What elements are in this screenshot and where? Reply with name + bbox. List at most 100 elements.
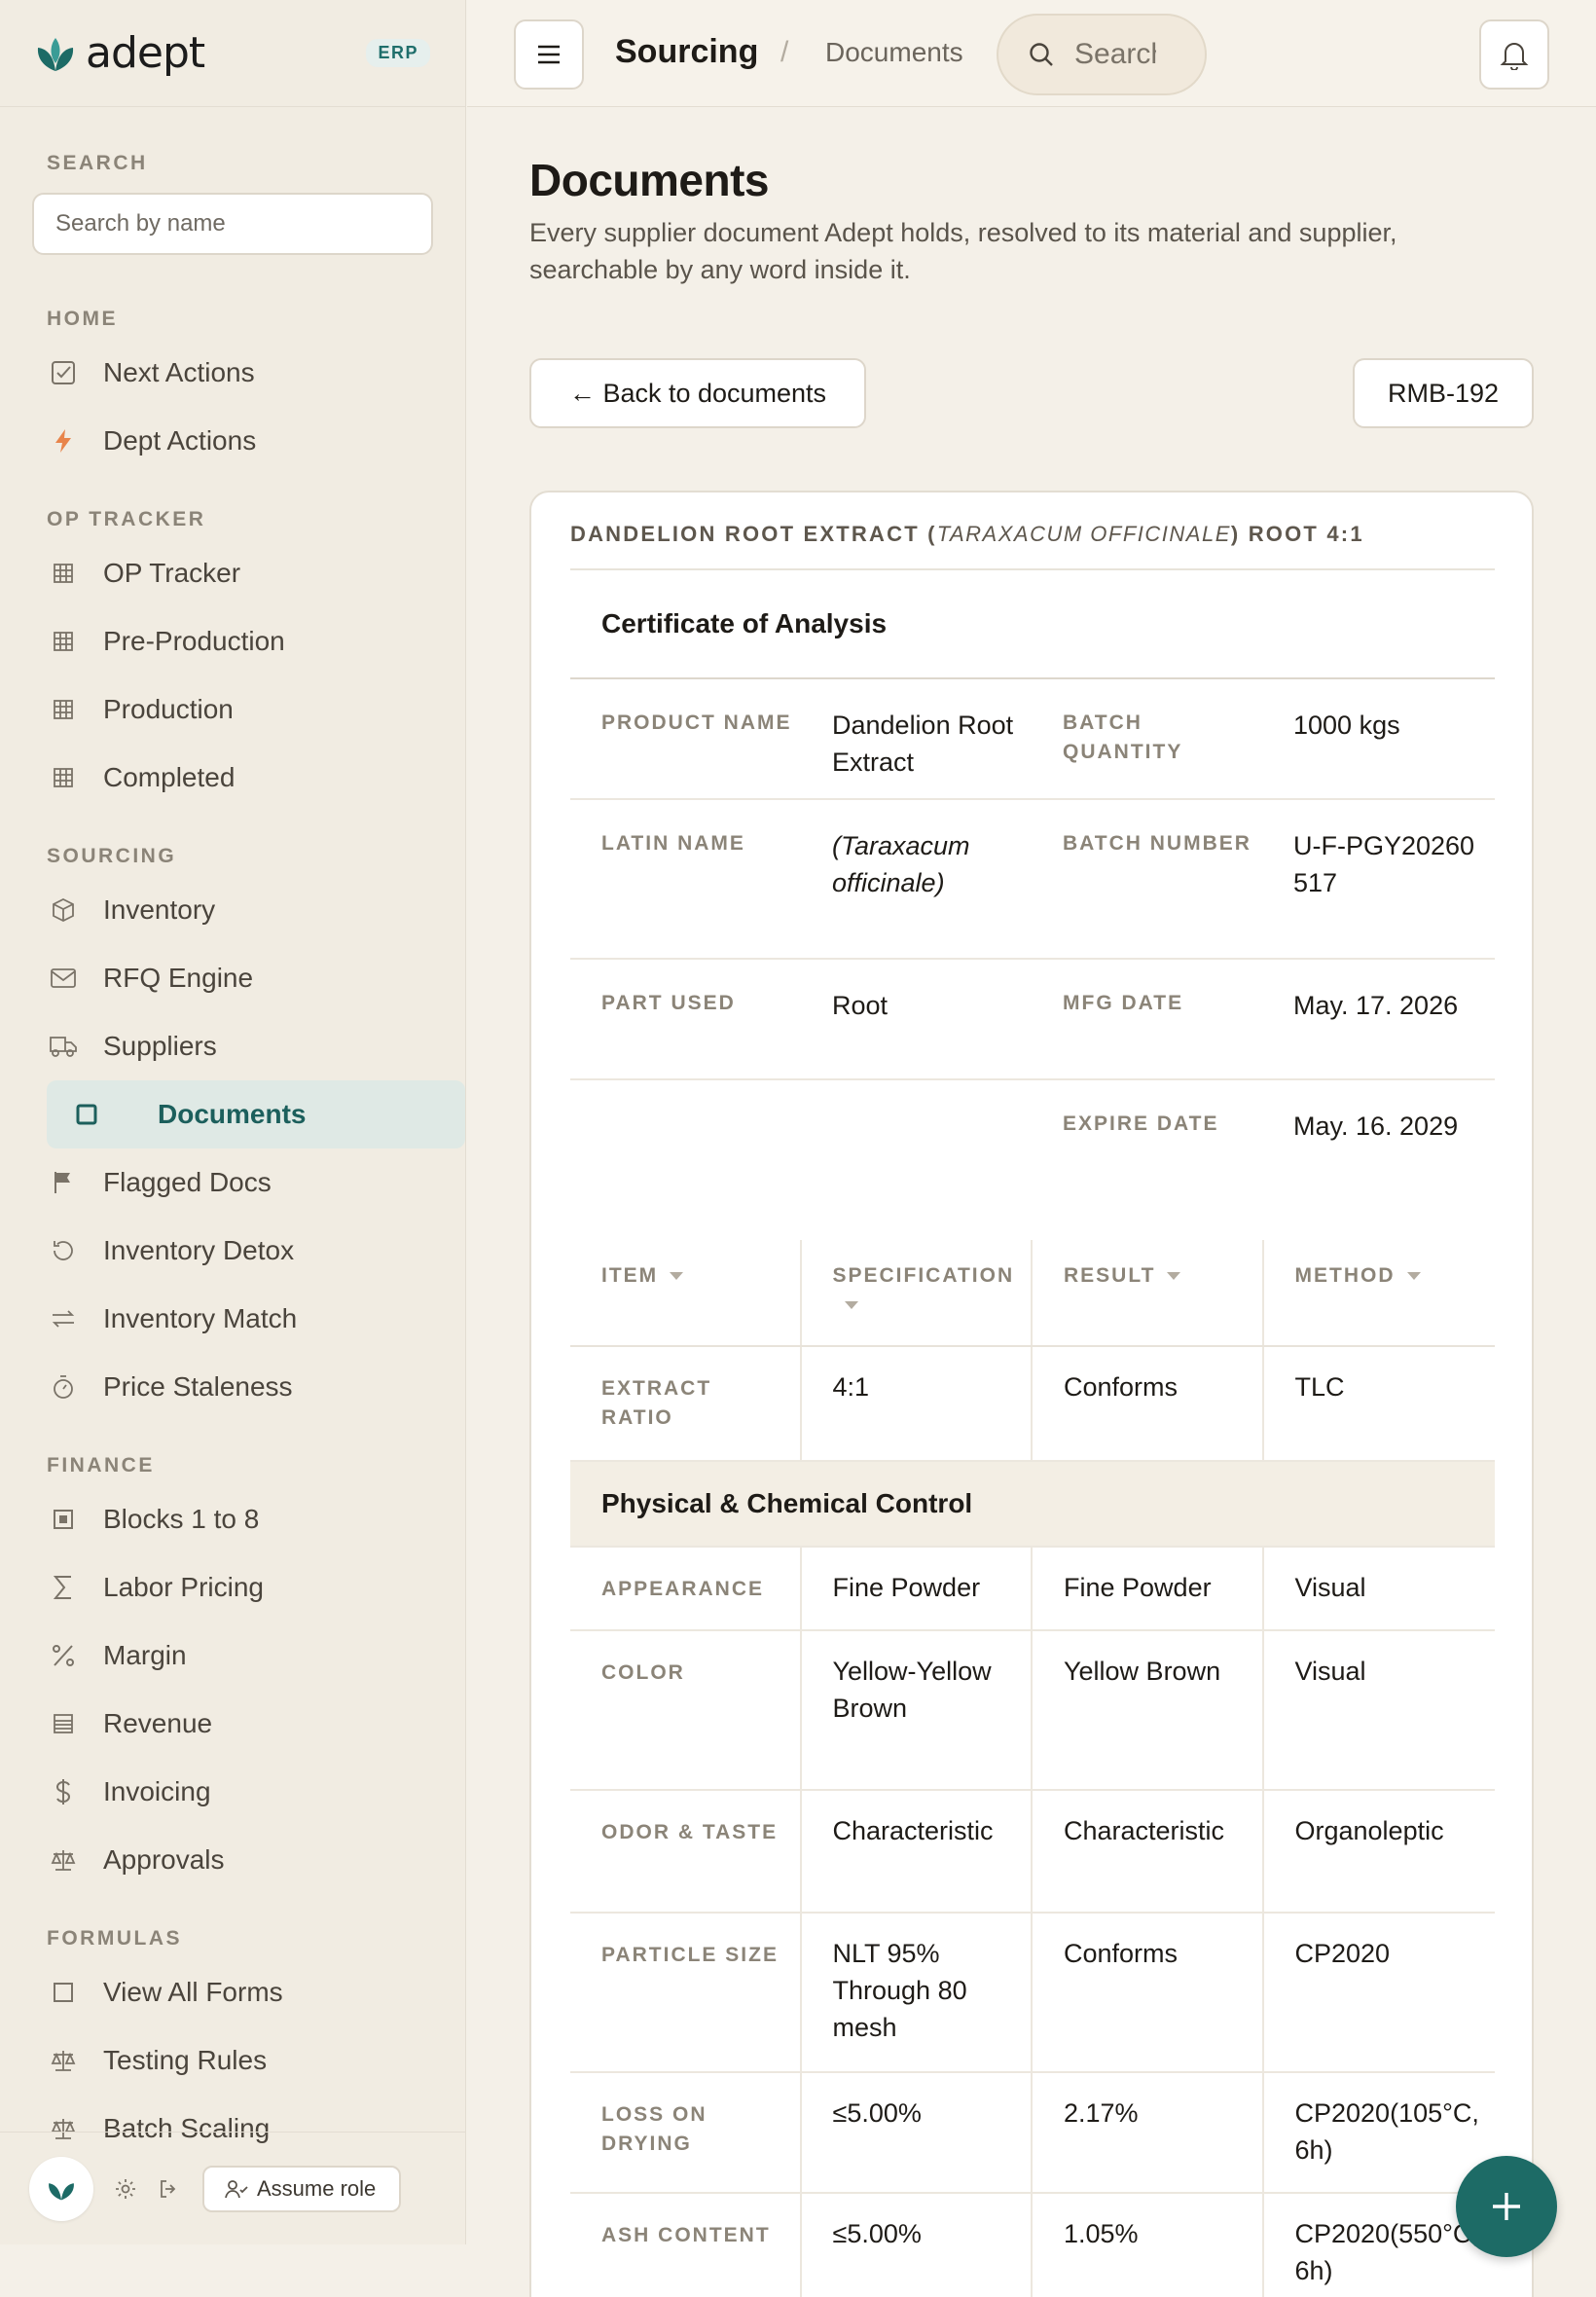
sidebar-item-rfq-engine[interactable]: RFQ Engine — [0, 944, 419, 1012]
sidebar-item-inventory-match[interactable]: Inventory Match — [0, 1285, 419, 1353]
sort-caret-icon[interactable] — [670, 1272, 684, 1281]
column-header-label: SPECIFICATION — [832, 1264, 1015, 1287]
sidebar-item-price-staleness[interactable]: Price Staleness — [0, 1353, 419, 1421]
sidebar-item-label: Blocks 1 to 8 — [103, 1504, 260, 1534]
search-label: SEARCH — [47, 152, 148, 174]
column-header-label: METHOD — [1294, 1264, 1396, 1287]
table-row: EXTRACT RATIO 4:1 Conforms TLC — [570, 1347, 1495, 1462]
sidebar-item-label: Revenue — [103, 1708, 213, 1738]
logout-icon[interactable] — [154, 2174, 183, 2204]
cell-result: Conforms — [1033, 1914, 1264, 2071]
cell-item: LOSS ON DRYING — [570, 2073, 802, 2192]
box-icon — [49, 895, 78, 925]
coa-field-row: EXPIRE DATE May. 16. 2029 — [570, 1080, 1495, 1201]
sidebar-item-margin[interactable]: Margin — [0, 1622, 419, 1690]
truck-icon — [49, 1032, 78, 1061]
grid-icon — [49, 695, 78, 724]
sort-caret-icon[interactable] — [844, 1301, 858, 1310]
table-row: APPEARANCE Fine Powder Fine Powder Visual — [570, 1548, 1495, 1631]
cell-result: Conforms — [1033, 1347, 1264, 1460]
field-value: May. 17. 2026 — [1293, 991, 1459, 1020]
sidebar-item-production[interactable]: Production — [0, 675, 419, 744]
nav-section-finance: FINANCE — [47, 1454, 155, 1477]
cell-result: Characteristic — [1033, 1791, 1264, 1912]
sort-caret-icon[interactable] — [1406, 1272, 1421, 1281]
sidebar-item-invoicing[interactable]: Invoicing — [0, 1758, 419, 1826]
cell-item: PARTICLE SIZE — [570, 1914, 802, 2071]
group-header-physical-chemical: Physical & Chemical Control — [570, 1462, 1495, 1548]
nav-section-op-tracker: OP TRACKER — [47, 508, 206, 530]
field-label: MFG DATE — [1063, 992, 1184, 1014]
document-id-badge[interactable]: RMB-192 — [1353, 358, 1534, 428]
sidebar-item-documents[interactable]: Documents — [47, 1080, 465, 1148]
sidebar-item-next-actions[interactable]: Next Actions — [0, 339, 419, 407]
plus-icon — [1493, 2193, 1520, 2220]
table-row: PARTICLE SIZE NLT 95% Through 80 mesh Conf… — [570, 1914, 1495, 2073]
cell-item: COLOR — [570, 1631, 802, 1789]
sidebar-item-pre-production[interactable]: Pre-Production — [0, 607, 419, 675]
sidebar-item-approvals[interactable]: Approvals — [0, 1826, 419, 1894]
add-fab-button[interactable] — [1456, 2156, 1557, 2257]
table-row: LOSS ON DRYING ≤5.00% 2.17% CP2020(105°C, 6… — [570, 2073, 1495, 2194]
sidebar-item-label: RFQ Engine — [103, 963, 254, 993]
sidebar-nav: HOME Next Actions Dept Actions OP TRACKER OP… — [0, 292, 466, 2180]
column-header-method[interactable]: METHOD — [1264, 1240, 1496, 1345]
sidebar-item-revenue[interactable]: Revenue — [0, 1690, 419, 1758]
refresh-icon — [49, 1236, 78, 1265]
sidebar-item-testing-rules[interactable]: Testing Rules — [0, 2026, 419, 2095]
table-row: ODOR & TASTE Characteristic Characteristic… — [570, 1791, 1495, 1914]
field-value: May. 16. 2029 — [1293, 1112, 1459, 1141]
cell-method: Visual — [1294, 1657, 1366, 1686]
column-header-result[interactable]: RESULT — [1033, 1240, 1264, 1345]
column-header-label: RESULT — [1064, 1264, 1156, 1287]
sidebar-item-blocks-1-to-8[interactable]: Blocks 1 to 8 — [0, 1485, 419, 1553]
column-header-label: ITEM — [601, 1264, 659, 1287]
sort-caret-icon[interactable] — [1167, 1272, 1181, 1281]
column-header-specification[interactable]: SPECIFICATION — [802, 1240, 1033, 1345]
sidebar-item-labor-pricing[interactable]: Labor Pricing — [0, 1553, 419, 1622]
settings-gear-icon[interactable] — [111, 2174, 140, 2204]
sidebar-item-completed[interactable]: Completed — [0, 744, 419, 812]
assume-role-button[interactable]: Assume role — [202, 2165, 402, 2212]
menu-button[interactable] — [514, 19, 584, 90]
column-header-item[interactable]: ITEM — [570, 1240, 802, 1345]
sidebar-item-label: Next Actions — [103, 357, 255, 387]
material-suffix: ) ROOT 4:1 — [1230, 522, 1364, 546]
sidebar-item-view-all-forms[interactable]: View All Forms — [0, 1958, 419, 2026]
bolt-icon — [49, 426, 78, 456]
cell-item: APPEARANCE — [570, 1548, 802, 1629]
sidebar-item-label: Margin — [103, 1640, 187, 1670]
sidebar-item-inventory[interactable]: Inventory — [0, 876, 419, 944]
material-name: DANDELION ROOT EXTRACT ( — [570, 522, 937, 546]
document-card: DANDELION ROOT EXTRACT (Taraxacum offici… — [529, 491, 1534, 2297]
sidebar-item-suppliers[interactable]: Suppliers — [0, 1012, 419, 1080]
coa-field-row: PRODUCT NAME Dandelion Root Extract BATCH … — [570, 679, 1495, 800]
scales-icon — [49, 1845, 78, 1875]
logo-text: adept — [86, 28, 205, 78]
sidebar-search-input[interactable] — [32, 193, 433, 255]
material-heading: DANDELION ROOT EXTRACT (Taraxacum offici… — [570, 522, 1364, 547]
sidebar-item-flagged-docs[interactable]: Flagged Docs — [0, 1148, 419, 1217]
sidebar-item-label: Invoicing — [103, 1776, 211, 1806]
coa-body: Certificate of Analysis PRODUCT NAME Dand… — [570, 568, 1495, 2297]
sidebar-item-dept-actions[interactable]: Dept Actions — [0, 407, 419, 475]
avatar[interactable] — [29, 2156, 93, 2221]
cell-item: EXTRACT RATIO — [570, 1347, 802, 1460]
sidebar-item-inventory-detox[interactable]: Inventory Detox — [0, 1217, 419, 1285]
top-search-input[interactable]: Search — [997, 14, 1207, 95]
check-square-icon — [49, 358, 78, 387]
field-label: LATIN NAME — [601, 832, 745, 855]
cell-method: TLC — [1294, 1372, 1345, 1402]
sidebar-item-label: Production — [103, 694, 234, 724]
coa-field-row: LATIN NAME (Taraxacum officinale) BATCH NU… — [570, 800, 1495, 960]
back-to-documents-button[interactable]: ← Back to documents — [529, 358, 866, 428]
sidebar-item-op-tracker[interactable]: OP Tracker — [0, 539, 419, 607]
breadcrumb-section[interactable]: Sourcing — [615, 33, 758, 71]
topbar: Sourcing / Documents Search — [467, 0, 1596, 107]
grid-icon — [49, 763, 78, 792]
notifications-button[interactable] — [1479, 19, 1549, 90]
cell-method: Visual — [1294, 1573, 1366, 1602]
spec-table-top-rows: EXTRACT RATIO 4:1 Conforms TLC — [570, 1347, 1495, 1462]
field-value: Dandelion Root Extract — [832, 711, 1014, 777]
field-value — [801, 1080, 1032, 1201]
